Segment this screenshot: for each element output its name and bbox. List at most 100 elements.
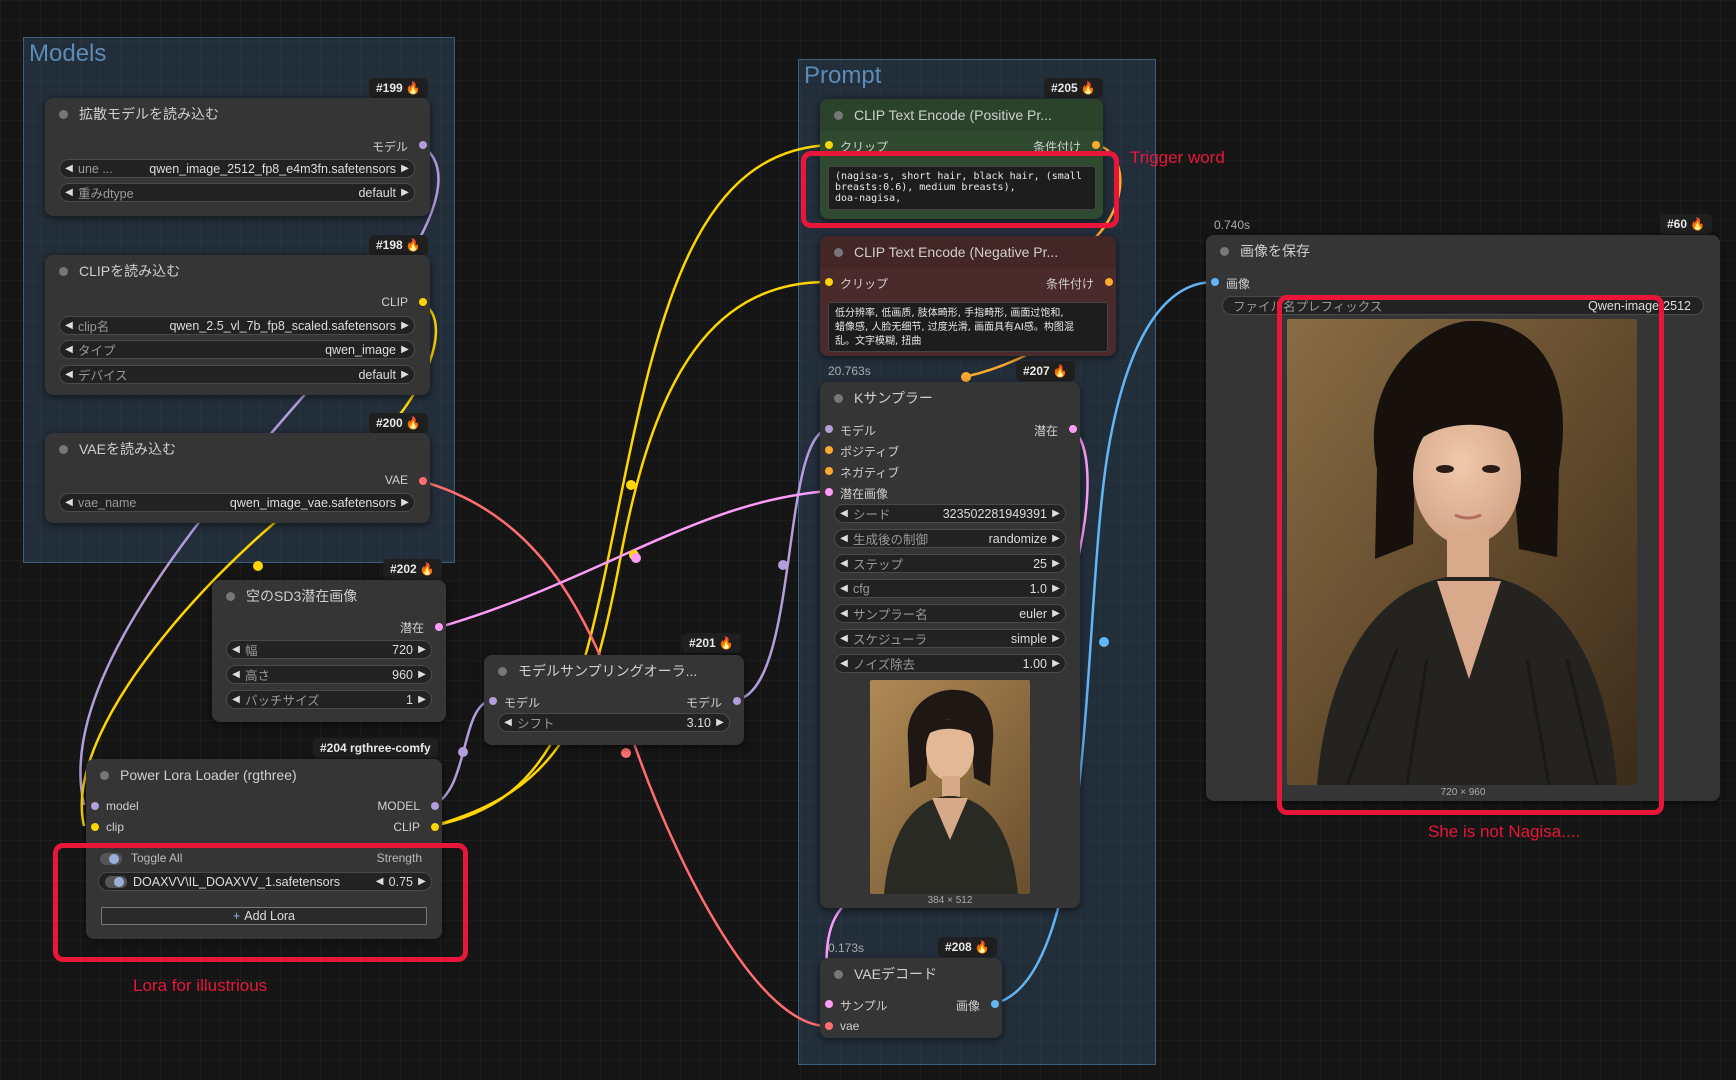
output-model-label: MODEL (377, 799, 420, 813)
widget-cfg[interactable]: ◀ cfg 1.0 ▶ (834, 579, 1066, 598)
input-samples-label: サンプル (840, 999, 888, 1013)
nagisa-annotation: She is not Nagisa.... (1428, 822, 1581, 841)
node-title: Power Lora Loader (rgthree) (120, 767, 297, 783)
ksampler-preview-image[interactable] (870, 680, 1030, 894)
input-clip-label: clip (106, 820, 125, 834)
node-title: CLIP Text Encode (Positive Pr... (854, 107, 1052, 123)
output-latent-socket[interactable] (435, 623, 443, 631)
collapse-dot[interactable] (834, 110, 843, 120)
output-latent-socket[interactable] (1069, 425, 1077, 433)
node-208-exec-time: 0.173s (828, 941, 865, 955)
widget-unet-name[interactable]: ◀ une ... qwen_image_2512_fp8_e4m3fn.safet… (59, 159, 415, 178)
widget-height[interactable]: ◀ 高さ 960 ▶ (226, 665, 432, 684)
widget-vae-name[interactable]: ◀ vae_name qwen_image_vae.safetensors ▶ (59, 493, 415, 512)
input-model-label: model (106, 799, 139, 813)
lora-annotation: Lora for illustrious (133, 976, 268, 995)
negative-prompt-textarea[interactable]: 低分辨率, 低画质, 肢体畸形, 手指畸形, 画面过饱和, 蜡像感, 人脸无细节… (828, 302, 1108, 352)
input-samples-socket[interactable] (825, 1000, 833, 1008)
node-load-vae[interactable]: VAEを読み込む VAE ◀ vae_name qwen_image_vae.saf… (45, 433, 430, 523)
output-model-socket[interactable] (431, 802, 439, 810)
output-clip-label: CLIP (393, 820, 420, 834)
widget-clip-device[interactable]: ◀ デバイス default ▶ (59, 365, 415, 384)
output-image-label: 画像 (955, 999, 980, 1013)
node-202-id-badge: #202 🔥 (383, 559, 442, 579)
input-clip-socket[interactable] (91, 823, 99, 831)
node-title: CLIPを読み込む (79, 263, 181, 279)
node-207-id-badge: #207 🔥 (1016, 361, 1075, 381)
node-205-id-badge: #205 🔥 (1044, 78, 1103, 98)
node-60-exec-time: 0.740s (1214, 218, 1251, 232)
widget-batch-size[interactable]: ◀ バッチサイズ 1 ▶ (226, 690, 432, 709)
input-model-socket[interactable] (91, 802, 99, 810)
node-load-clip[interactable]: CLIPを読み込む CLIP ◀ clip名 qwen_2.5_vl_7b_fp8_… (45, 255, 430, 395)
input-model-label: モデル (504, 696, 541, 710)
widget-shift[interactable]: ◀ シフト 3.10 ▶ (498, 713, 730, 732)
output-vae-socket[interactable] (419, 477, 427, 485)
widget-clip-type[interactable]: ◀ タイプ qwen_image ▶ (59, 340, 415, 359)
collapse-dot[interactable] (59, 444, 68, 454)
node-title: VAEデコード (854, 966, 937, 982)
input-image-socket[interactable] (1211, 278, 1219, 286)
output-conditioning-socket[interactable] (1105, 278, 1113, 286)
node-200-id-badge: #200 🔥 (369, 413, 428, 433)
node-title: VAEを読み込む (79, 441, 176, 457)
collapse-dot[interactable] (834, 247, 843, 257)
output-image-socket[interactable] (991, 1000, 999, 1008)
output-clip-socket[interactable] (431, 823, 439, 831)
collapse-dot[interactable] (834, 393, 843, 403)
node-204-id-badge: #204 rgthree-comfy (313, 738, 438, 758)
node-vae-decode[interactable]: VAEデコード サンプル vae 画像 (820, 958, 1002, 1038)
widget-seed[interactable]: ◀ シード 323502281949391 ▶ (834, 504, 1066, 523)
input-negative-socket[interactable] (825, 467, 833, 475)
widget-sampler-name[interactable]: ◀ サンプラー名 euler ▶ (834, 604, 1066, 623)
output-model-socket[interactable] (419, 141, 427, 149)
widget-clip-name[interactable]: ◀ clip名 qwen_2.5_vl_7b_fp8_scaled.safetens… (59, 316, 415, 335)
output-image-highlight (1277, 295, 1664, 815)
node-load-diffusion-model[interactable]: 拡散モデルを読み込む モデル ◀ une ... qwen_image_2512_f… (45, 98, 430, 216)
collapse-dot[interactable] (100, 770, 109, 780)
input-model-label: モデル (840, 424, 877, 438)
widget-control-after-generate[interactable]: ◀ 生成後の制御 randomize ▶ (834, 529, 1066, 548)
output-conditioning-label: 条件付け (1045, 277, 1094, 291)
output-latent-label: 潜在 (399, 621, 424, 635)
output-conditioning-socket[interactable] (1092, 141, 1100, 149)
node-ksampler[interactable]: Kサンプラー モデル ポジティブ ネガティブ 潜在画像 潜在 ◀ シード 32350… (820, 382, 1080, 908)
collapse-dot[interactable] (59, 266, 68, 276)
widget-steps[interactable]: ◀ ステップ 25 ▶ (834, 554, 1066, 573)
collapse-dot[interactable] (226, 591, 235, 601)
output-model-socket[interactable] (733, 697, 741, 705)
input-model-socket[interactable] (489, 697, 497, 705)
node-model-sampling-aura-flow[interactable]: モデルサンプリングオーラ... モデル モデル ◀ シフト 3.10 ▶ (484, 655, 744, 745)
widget-denoise[interactable]: ◀ ノイズ除去 1.00 ▶ (834, 654, 1066, 673)
input-clip-socket[interactable] (825, 278, 833, 286)
input-latent-socket[interactable] (825, 488, 833, 496)
widget-weight-dtype[interactable]: ◀ 重みdtype default ▶ (59, 183, 415, 202)
output-clip-socket[interactable] (419, 298, 427, 306)
output-model-label: モデル (371, 140, 408, 154)
output-latent-label: 潜在 (1033, 424, 1058, 438)
widget-width[interactable]: ◀ 幅 720 ▶ (226, 640, 432, 659)
lora-highlight (53, 843, 468, 962)
node-clip-text-encode-negative[interactable]: CLIP Text Encode (Negative Pr... クリップ 条件… (820, 236, 1116, 356)
node-title: 空のSD3潜在画像 (246, 588, 358, 604)
node-title: モデルサンプリングオーラ... (518, 663, 698, 679)
input-clip-label: クリップ (840, 277, 889, 291)
input-model-socket[interactable] (825, 425, 833, 433)
collapse-dot[interactable] (498, 666, 507, 676)
input-positive-label: ポジティブ (840, 445, 900, 459)
widget-scheduler[interactable]: ◀ スケジューラ simple ▶ (834, 629, 1066, 648)
trigger-word-annotation: Trigger word (1130, 148, 1225, 167)
input-vae-socket[interactable] (825, 1022, 833, 1030)
output-clip-label: CLIP (381, 295, 408, 309)
input-latent-label: 潜在画像 (840, 487, 889, 501)
input-positive-socket[interactable] (825, 446, 833, 454)
collapse-dot[interactable] (1220, 246, 1229, 256)
node-empty-sd3-latent[interactable]: 空のSD3潜在画像 潜在 ◀ 幅 720 ▶ ◀ 高さ 960 ▶ ◀ バッチサイズ 1 ▶ (212, 580, 446, 722)
node-201-id-badge: #201 🔥 (682, 633, 741, 653)
input-image-label: 画像 (1226, 277, 1251, 291)
collapse-dot[interactable] (834, 969, 843, 979)
node-title: 画像を保存 (1240, 243, 1310, 259)
input-clip-socket[interactable] (825, 141, 833, 149)
collapse-dot[interactable] (59, 109, 68, 119)
node-title: CLIP Text Encode (Negative Pr... (854, 244, 1059, 260)
